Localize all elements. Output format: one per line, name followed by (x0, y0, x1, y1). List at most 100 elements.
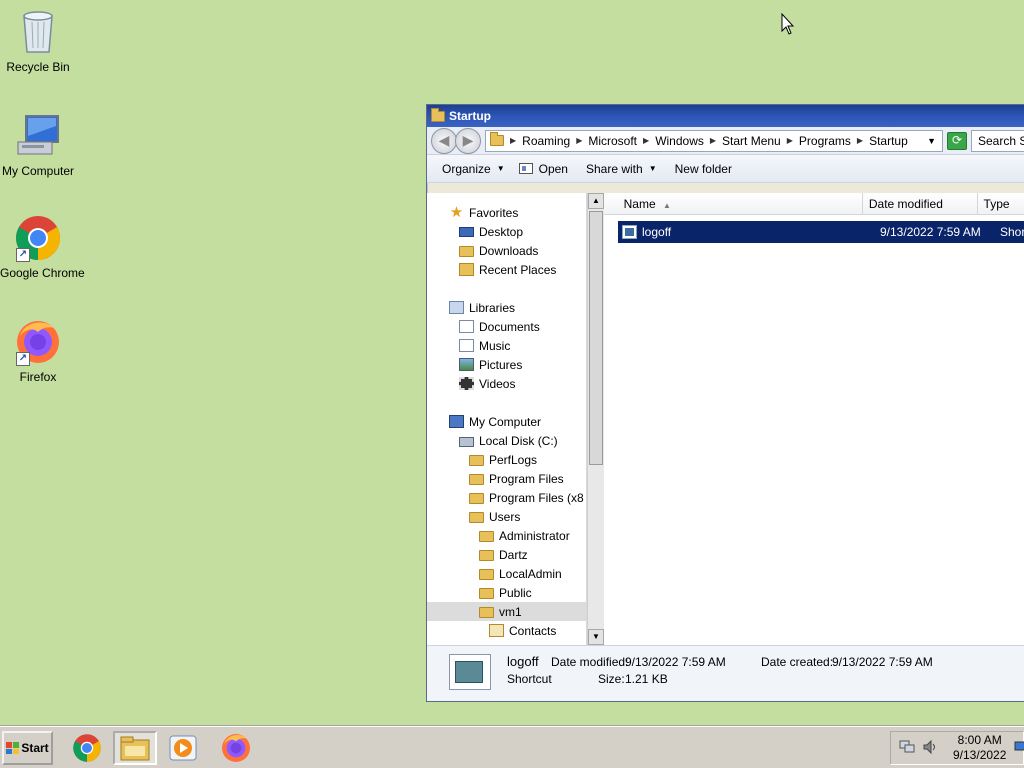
documents-icon (459, 320, 474, 333)
breadcrumb-item[interactable]: Startup (869, 134, 908, 148)
nav-item-users[interactable]: Users (427, 507, 586, 526)
network-icon[interactable] (899, 740, 915, 757)
breadcrumb[interactable]: ▶ Roaming ▶ Microsoft ▶ Windows ▶ Start … (485, 129, 943, 152)
nav-item-label: Videos (479, 376, 516, 391)
taskbar-explorer-button[interactable] (113, 731, 157, 765)
breadcrumb-item[interactable]: Microsoft (588, 134, 637, 148)
nav-item-videos[interactable]: Videos (427, 374, 586, 393)
breadcrumb-item[interactable]: Programs (799, 134, 851, 148)
explorer-window[interactable]: Startup ◀ ▶ ▶ Roaming ▶ Microsoft ▶ Wind… (426, 104, 1024, 702)
media-player-icon (169, 735, 197, 761)
details-date-modified: 9/13/2022 7:59 AM (625, 655, 726, 669)
downloads-icon (459, 246, 474, 257)
column-headers: Name ▲ Date modified Type (604, 193, 1024, 215)
scrollbar-thumb[interactable] (589, 211, 603, 465)
details-file-name: logoff (507, 654, 539, 669)
chevron-right-icon: ▶ (856, 136, 864, 145)
chrome-icon: ↗ (14, 214, 62, 262)
back-button[interactable]: ◀ (431, 127, 457, 154)
search-input[interactable]: Search S (971, 129, 1024, 152)
header-spacer (604, 193, 618, 214)
file-list[interactable]: Name ▲ Date modified Type logoff 9/13/20… (604, 193, 1024, 645)
nav-item-documents[interactable]: Documents (427, 317, 586, 336)
column-header-date-modified[interactable]: Date modified (863, 193, 978, 214)
nav-item-recent-places[interactable]: Recent Places (427, 260, 586, 279)
windows-logo-icon (6, 742, 20, 754)
open-button[interactable]: Open (518, 161, 568, 176)
nav-item-program-files[interactable]: Program Files (427, 469, 586, 488)
show-desktop-icon[interactable] (1014, 741, 1024, 756)
column-header-label: Type (983, 197, 1010, 211)
breadcrumb-item[interactable]: Windows (655, 134, 704, 148)
clock[interactable]: 8:00 AM 9/13/2022 (953, 733, 1006, 763)
breadcrumb-item[interactable]: Roaming (522, 134, 570, 148)
nav-item-libraries[interactable]: Libraries (427, 298, 586, 317)
firefox-icon: ↗ (14, 318, 62, 366)
scroll-up-button[interactable]: ▲ (588, 193, 604, 209)
computer-icon (14, 112, 62, 160)
start-button[interactable]: Start (2, 731, 53, 765)
nav-item-downloads[interactable]: Downloads (427, 241, 586, 260)
nav-item-music[interactable]: Music (427, 336, 586, 355)
file-name: logoff (642, 225, 672, 239)
music-icon (459, 339, 474, 352)
file-date-modified: 9/13/2022 7:59 AM (880, 225, 981, 239)
breadcrumb-item[interactable]: Start Menu (722, 134, 781, 148)
libraries-icon (449, 301, 464, 314)
column-header-name[interactable]: Name ▲ (618, 193, 863, 214)
column-header-type[interactable]: Type (978, 193, 1024, 214)
nav-item-label: Administrator (499, 528, 570, 543)
nav-item-public[interactable]: Public (427, 583, 586, 602)
nav-item-contacts[interactable]: Contacts (427, 621, 586, 640)
forward-button[interactable]: ▶ (455, 127, 481, 154)
clock-time: 8:00 AM (957, 733, 1002, 747)
details-size: 1.21 KB (625, 672, 668, 686)
folder-icon (479, 607, 494, 618)
nav-item-perflogs[interactable]: PerfLogs (427, 450, 586, 469)
nav-item-label: Favorites (469, 205, 519, 220)
nav-item-localadmin[interactable]: LocalAdmin (427, 564, 586, 583)
nav-item-desktop[interactable]: Desktop (427, 222, 586, 241)
nav-item-label: PerfLogs (489, 452, 538, 467)
chevron-right-icon: ▶ (786, 136, 793, 145)
table-row[interactable]: logoff 9/13/2022 7:59 AM Shortcut (618, 221, 1024, 243)
nav-item-vm1[interactable]: vm1 (427, 602, 586, 621)
open-icon (518, 163, 533, 174)
nav-item-administrator[interactable]: Administrator (427, 526, 586, 545)
desktop-icon-recycle-bin[interactable]: Recycle Bin (0, 8, 76, 74)
open-label: Open (538, 161, 568, 176)
chevron-right-icon: ▶ (709, 136, 717, 145)
sort-up-icon: ▲ (662, 201, 671, 210)
share-with-button[interactable]: Share with ▼ (586, 162, 657, 176)
chevron-right-icon: ▶ (510, 136, 517, 145)
new-folder-button[interactable]: New folder (675, 162, 732, 176)
desktop-icon-google-chrome[interactable]: ↗ Google Chrome (0, 214, 85, 280)
nav-item-program-files-x86[interactable]: Program Files (x8 (427, 488, 586, 507)
organize-label: Organize (442, 161, 491, 176)
desktop-icon-my-computer[interactable]: My Computer (0, 112, 76, 178)
organize-button[interactable]: Organize ▼ (442, 162, 505, 176)
chevron-down-icon[interactable]: ▼ (927, 136, 938, 146)
window-titlebar[interactable]: Startup (427, 105, 1024, 127)
folder-icon (479, 588, 494, 599)
nav-scrollbar[interactable]: ▲ ▼ (587, 193, 604, 645)
folder-icon (431, 107, 445, 122)
taskbar-media-player-button[interactable] (161, 731, 205, 765)
folder-icon (469, 474, 484, 485)
refresh-button[interactable]: ⟳ (947, 131, 967, 150)
taskbar-firefox-button[interactable] (214, 731, 258, 765)
taskbar-chrome-button[interactable] (65, 731, 109, 765)
nav-item-my-computer[interactable]: My Computer (427, 412, 586, 431)
nav-item-label: Public (499, 585, 532, 600)
chevron-right-icon: ▶ (576, 136, 583, 145)
volume-icon[interactable] (923, 739, 939, 757)
nav-item-dartz[interactable]: Dartz (427, 545, 586, 564)
desktop-icon-firefox[interactable]: ↗ Firefox (0, 318, 76, 384)
nav-item-label: Program Files (x8 (489, 490, 584, 505)
nav-item-local-disk[interactable]: Local Disk (C:) (427, 431, 586, 450)
nav-item-favorites[interactable]: ★ Favorites (427, 203, 586, 222)
shortcut-arrow-icon: ↗ (16, 248, 30, 262)
folder-icon (479, 550, 494, 561)
nav-item-pictures[interactable]: Pictures (427, 355, 586, 374)
scroll-down-button[interactable]: ▼ (588, 629, 604, 645)
